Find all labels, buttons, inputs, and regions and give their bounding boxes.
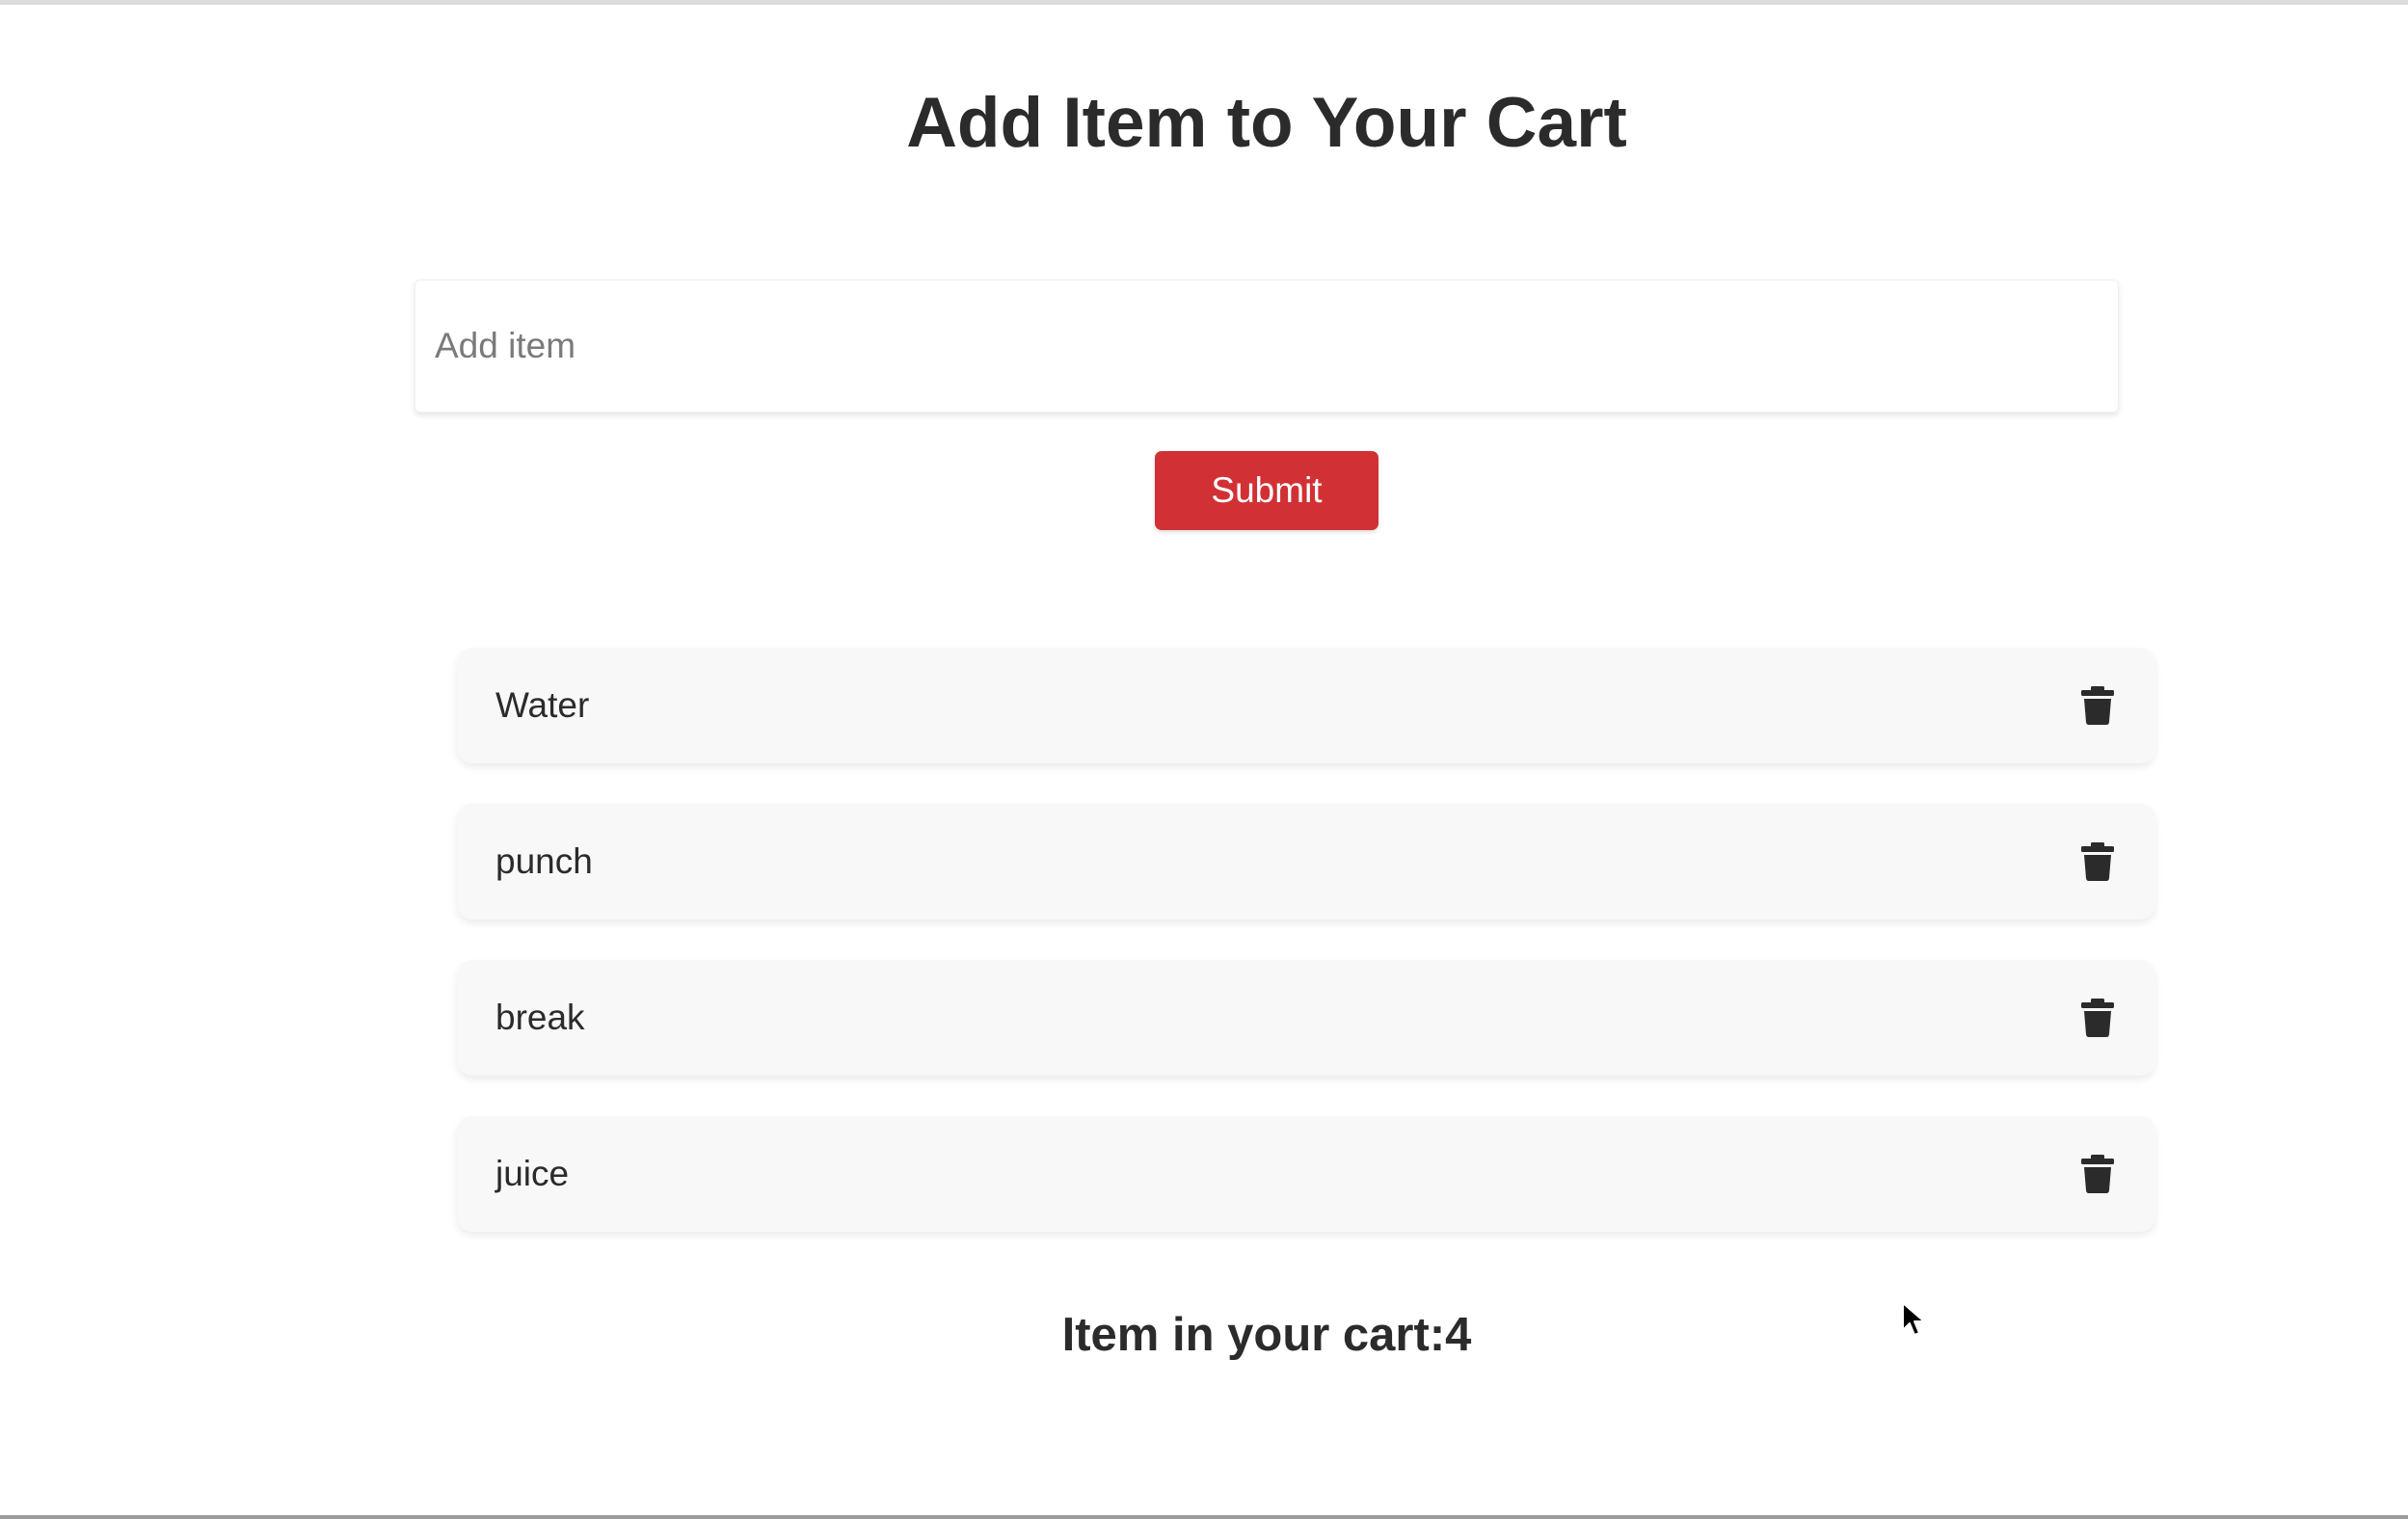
cart-item: punch: [457, 804, 2155, 919]
mouse-cursor-icon: [1902, 1302, 1925, 1336]
cart-list: Water punch break juice: [457, 648, 2155, 1272]
trash-icon: [2081, 999, 2114, 1037]
cart-item: break: [457, 960, 2155, 1076]
trash-icon: [2081, 686, 2114, 725]
top-divider: [0, 0, 2408, 5]
page-title: Add Item to Your Cart: [906, 84, 1627, 162]
cart-item: juice: [457, 1116, 2155, 1232]
submit-button[interactable]: Submit: [1155, 451, 1378, 530]
cart-item-label: break: [495, 998, 585, 1037]
delete-item-button[interactable]: [2078, 1149, 2117, 1199]
delete-item-button[interactable]: [2078, 837, 2117, 887]
bottom-divider: [0, 1515, 2408, 1519]
page: Add Item to Your Cart Submit Water punch: [0, 0, 2408, 1519]
cart-item-label: punch: [495, 841, 593, 881]
delete-item-button[interactable]: [2078, 680, 2117, 731]
trash-icon: [2081, 1155, 2114, 1193]
cart-item-label: Water: [495, 685, 590, 725]
cart-item-label: juice: [495, 1154, 570, 1193]
cart-count: Item in your cart:4: [1061, 1309, 1472, 1361]
cart-item: Water: [457, 648, 2155, 763]
add-item-input[interactable]: [415, 280, 2119, 413]
delete-item-button[interactable]: [2078, 993, 2117, 1043]
trash-icon: [2081, 842, 2114, 881]
